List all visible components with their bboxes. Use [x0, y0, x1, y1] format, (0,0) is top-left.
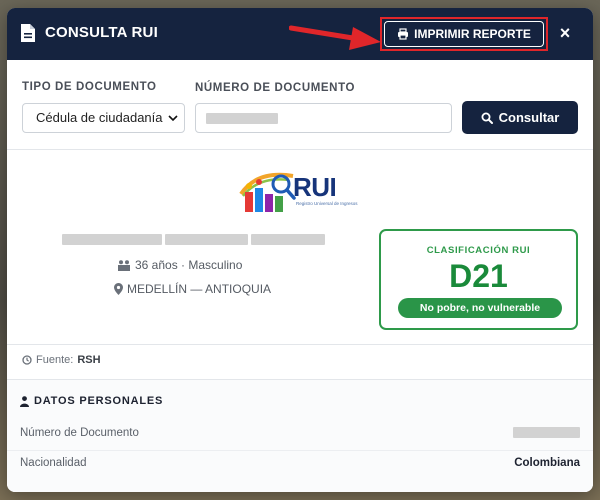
- printer-icon: [398, 28, 409, 40]
- location-text: MEDELLÍN — ANTIOQUIA: [127, 282, 272, 296]
- source-line: Fuente: RSH: [22, 354, 101, 366]
- doc-number-input[interactable]: [195, 103, 452, 133]
- doc-type-select[interactable]: Cédula de ciudadanía: [22, 103, 185, 133]
- consulta-rui-modal: CONSULTA RUI IMPRIMIR REPORTE × TIPO DE …: [7, 8, 593, 492]
- print-report-label: IMPRIMIR REPORTE: [414, 27, 531, 41]
- classification-title: CLASIFICACIÓN RUI: [426, 245, 531, 256]
- form-divider: [7, 149, 593, 150]
- doc-type-label: TIPO DE DOCUMENTO: [22, 81, 157, 93]
- consult-button[interactable]: Consultar: [462, 101, 578, 134]
- redacted-name-part-2: [165, 234, 248, 245]
- annotation-arrow: [289, 25, 381, 50]
- redacted-name-part-3: [251, 234, 325, 245]
- source-value: RSH: [77, 354, 101, 366]
- doc-type-selected-value: Cédula de ciudadanía: [36, 110, 163, 125]
- row-label-doc-number: Número de Documento: [20, 427, 139, 439]
- location-line: MEDELLÍN — ANTIOQUIA: [114, 282, 271, 296]
- close-icon: ×: [559, 23, 571, 43]
- consult-button-label: Consultar: [498, 110, 560, 125]
- row-value-nationality: Colombiana: [514, 457, 580, 469]
- clock-icon: [22, 355, 32, 365]
- doc-number-label: NÚMERO DE DOCUMENTO: [195, 82, 356, 94]
- redacted-row-doc-number: [513, 427, 580, 438]
- row-separator: [7, 450, 593, 451]
- people-icon: [118, 259, 130, 271]
- personal-data-title: DATOS PERSONALES: [34, 395, 164, 407]
- person-icon: [20, 395, 29, 407]
- redacted-doc-number: [206, 113, 278, 124]
- close-button[interactable]: ×: [557, 22, 573, 44]
- personal-data-heading: DATOS PERSONALES: [20, 395, 163, 407]
- summary-divider: [7, 344, 593, 345]
- source-label: Fuente:: [36, 354, 74, 366]
- chevron-down-icon: [168, 115, 178, 122]
- modal-header: CONSULTA RUI IMPRIMIR REPORTE ×: [7, 8, 593, 60]
- modal-title: CONSULTA RUI: [45, 24, 158, 41]
- document-icon: [21, 24, 35, 42]
- redacted-name-part-1: [62, 234, 162, 245]
- map-pin-icon: [114, 283, 123, 295]
- rui-logo-subtitle: Registro Universal de Ingresos: [296, 201, 358, 206]
- row-label-nationality: Nacionalidad: [20, 457, 87, 469]
- age-gender-line: 36 años · Masculino: [117, 258, 242, 272]
- classification-code: D21: [449, 258, 508, 294]
- search-icon: [481, 112, 493, 124]
- classification-badge: No pobre, no vulnerable: [398, 298, 562, 318]
- print-report-button[interactable]: IMPRIMIR REPORTE: [384, 21, 544, 47]
- age-gender-text: 36 años · Masculino: [135, 258, 243, 272]
- rui-logo-text: RUI: [293, 172, 337, 202]
- classification-card: CLASIFICACIÓN RUI D21 No pobre, no vulne…: [379, 229, 578, 330]
